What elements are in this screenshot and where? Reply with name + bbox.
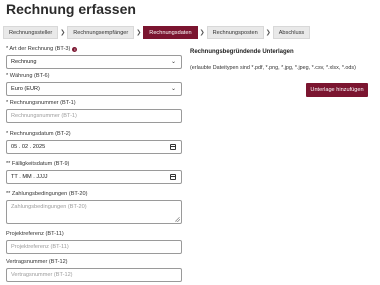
invoice-date-label: * Rechnungsdatum (BT-2) (6, 131, 71, 137)
contract-number-input[interactable]: Vertragsnummer (BT-12) (6, 268, 182, 282)
supporting-documents-section: Rechnungsbegründende Unterlagen (erlaubt… (190, 48, 370, 97)
payment-terms-label: ** Zahlungsbedingungen (BT-20) (6, 191, 88, 197)
currency-select[interactable]: Euro (EUR) ⌄ (6, 82, 182, 96)
page-title: Rechnung erfassen (6, 1, 136, 17)
resize-handle-icon[interactable] (175, 217, 180, 222)
invoice-type-value: Rechnung (11, 59, 37, 65)
invoice-type-field: * Art der Rechnung (BT-3) ! Rechnung ⌄ (6, 45, 182, 69)
step-rechnungsposten[interactable]: Rechnungsposten (206, 26, 264, 39)
invoice-date-value: 05 . 02 . 2025 (11, 144, 46, 150)
chevron-down-icon: ⌄ (170, 86, 176, 92)
stepper: Rechnungssteller ❯ Rechnungsempfänger ❯ … (3, 26, 311, 39)
step-rechnungsdaten[interactable]: Rechnungsdaten (143, 26, 198, 39)
invoice-number-field: * Rechnungsnummer (BT-1) Rechnungsnummer… (6, 99, 182, 123)
payment-terms-textarea[interactable]: Zahlungsbedingungen (BT-20) (6, 200, 182, 224)
chevron-down-icon: ⌄ (170, 59, 176, 65)
step-separator-icon: ❯ (136, 30, 142, 36)
step-abschluss[interactable]: Abschluss (272, 26, 311, 39)
invoice-date-field: * Rechnungsdatum (BT-2) 05 . 02 . 2025 (6, 130, 182, 154)
invoice-type-label-row: * Art der Rechnung (BT-3) ! (6, 45, 182, 53)
contract-number-label: Vertragsnummer (BT-12) (6, 259, 68, 265)
project-reference-input[interactable]: Projektreferenz (BT-11) (6, 240, 182, 254)
currency-value: Euro (EUR) (11, 86, 40, 92)
invoice-number-input[interactable]: Rechnungsnummer (BT-1) (6, 109, 182, 123)
step-separator-icon: ❯ (60, 30, 66, 36)
due-date-value: TT . MM . JJJJ (11, 174, 48, 180)
step-rechnungsempfaenger[interactable]: Rechnungsempfänger (67, 26, 135, 39)
due-date-input[interactable]: TT . MM . JJJJ (6, 170, 182, 184)
project-reference-label: Projektreferenz (BT-11) (6, 231, 64, 237)
project-reference-field: Projektreferenz (BT-11) Projektreferenz … (6, 230, 182, 254)
invoice-number-label: * Rechnungsnummer (BT-1) (6, 100, 76, 106)
add-document-button[interactable]: Unterlage hinzufügen (306, 83, 368, 97)
calendar-icon[interactable] (170, 174, 176, 180)
info-icon[interactable]: ! (72, 46, 78, 52)
calendar-icon[interactable] (170, 144, 176, 150)
invoice-date-input[interactable]: 05 . 02 . 2025 (6, 140, 182, 154)
contract-number-field: Vertragsnummer (BT-12) Vertragsnummer (B… (6, 258, 182, 282)
step-separator-icon: ❯ (265, 30, 271, 36)
step-separator-icon: ❯ (199, 30, 205, 36)
currency-field: * Währung (BT-6) Euro (EUR) ⌄ (6, 72, 182, 96)
invoice-type-label: * Art der Rechnung (BT-3) (6, 46, 71, 52)
invoice-page: Rechnung erfassen Rechnungssteller ❯ Rec… (0, 0, 380, 285)
due-date-field: ** Fälligkeitsdatum (BT-9) TT . MM . JJJ… (6, 160, 182, 184)
payment-terms-field: ** Zahlungsbedingungen (BT-20) Zahlungsb… (6, 190, 182, 224)
payment-terms-placeholder: Zahlungsbedingungen (BT-20) (11, 204, 87, 210)
upload-title: Rechnungsbegründende Unterlagen (190, 49, 294, 55)
currency-label: * Währung (BT-6) (6, 73, 50, 79)
due-date-label: ** Fälligkeitsdatum (BT-9) (6, 161, 70, 167)
step-rechnungssteller[interactable]: Rechnungssteller (3, 26, 59, 39)
allowed-file-types-hint: (erlaubte Dateitypen sind *.pdf, *.png, … (190, 65, 356, 71)
invoice-type-select[interactable]: Rechnung ⌄ (6, 55, 182, 69)
